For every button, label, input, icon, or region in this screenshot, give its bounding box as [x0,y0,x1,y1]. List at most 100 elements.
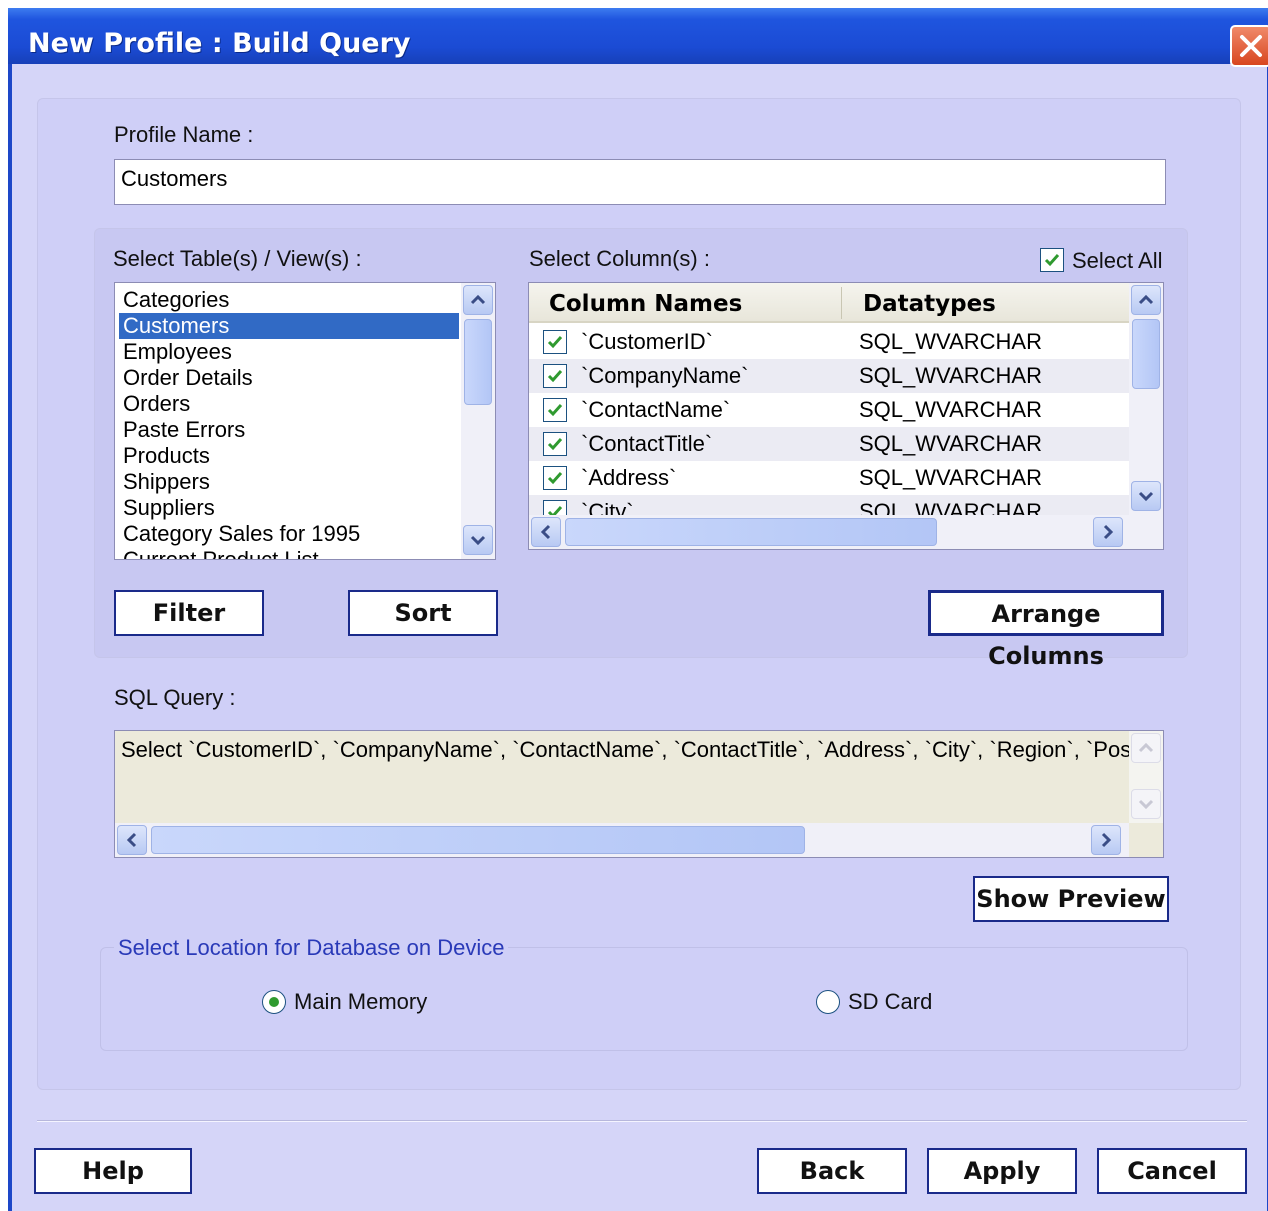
scroll-down-button[interactable] [1131,481,1161,511]
checkmark-icon [547,370,563,383]
sd-card-label[interactable]: SD Card [848,989,932,1015]
list-item[interactable]: Paste Errors [119,417,459,443]
help-button-label: Help [82,1157,144,1185]
list-item[interactable]: Suppliers [119,495,459,521]
arrange-columns-label: Arrange Columns [988,600,1104,670]
sql-horizontal-scrollbar[interactable] [115,823,1129,857]
select-all-checkbox[interactable] [1040,248,1064,272]
window-top-strip [0,0,1268,8]
list-item[interactable]: Categories [119,287,459,313]
column-name-cell: `ContactTitle` [581,431,713,456]
checkmark-icon [1044,254,1060,267]
scroll-up-button[interactable] [1131,285,1161,315]
scroll-down-button[interactable] [1131,789,1161,819]
checkmark-icon [547,336,563,349]
column-name-cell: `CustomerID` [581,329,714,354]
scroll-up-button[interactable] [463,285,493,315]
list-item[interactable]: Products [119,443,459,469]
column-name-cell: `ContactName` [581,397,731,422]
scroll-right-button[interactable] [1091,825,1121,855]
arrange-columns-button[interactable]: Arrange Columns [928,590,1164,670]
datatype-cell: SQL_WVARCHAR [859,431,1042,456]
profile-name-value: Customers [121,166,228,191]
list-item[interactable]: Order Details [119,365,459,391]
list-item[interactable]: Orders [119,391,459,417]
profile-name-input[interactable]: Customers [114,159,1166,205]
scroll-down-button[interactable] [463,525,493,555]
columns-grid[interactable]: Column Names Datatypes `CustomerID` SQL_… [528,282,1164,550]
scroll-left-button[interactable] [117,825,147,855]
sql-query-label: SQL Query : [114,685,236,710]
main-memory-label[interactable]: Main Memory [294,989,427,1015]
help-button[interactable]: Help [34,1148,192,1194]
list-item-selected[interactable]: Customers [119,313,459,339]
scroll-up-button[interactable] [1131,733,1161,763]
sql-query-textarea[interactable]: Select `CustomerID`, `CompanyName`, `Con… [114,730,1164,858]
header-divider [841,287,842,319]
apply-button[interactable]: Apply [927,1148,1077,1194]
location-group-label: Select Location for Database on Device [114,935,509,961]
window-title: New Profile : Build Query [28,28,411,59]
columns-label: Select Column(s) : [529,246,710,271]
table-row[interactable]: `CustomerID` SQL_WVARCHAR [529,325,1129,359]
scroll-left-button[interactable] [531,517,561,547]
table-row[interactable]: `Address` SQL_WVARCHAR [529,461,1129,495]
back-button-label: Back [799,1157,865,1185]
close-button[interactable] [1230,25,1268,67]
row-checkbox[interactable] [543,398,567,422]
sort-button-label: Sort [394,599,452,627]
scroll-thumb[interactable] [151,826,805,854]
chevron-down-icon [1138,491,1154,502]
datatype-cell: SQL_WVARCHAR [859,465,1042,490]
sort-button[interactable]: Sort [348,590,498,636]
checkmark-icon [547,438,563,451]
show-preview-button[interactable]: Show Preview [973,876,1169,922]
chevron-down-icon [1138,799,1154,810]
sql-vertical-scrollbar[interactable] [1129,731,1163,823]
datatype-cell: SQL_WVARCHAR [859,363,1042,388]
row-checkbox[interactable] [543,466,567,490]
show-preview-label: Show Preview [976,885,1166,913]
tables-scrollbar[interactable] [461,283,495,559]
datatype-cell: SQL_WVARCHAR [859,397,1042,422]
list-item[interactable]: Current Product List [119,547,459,559]
grid-header: Column Names Datatypes [529,283,1129,323]
profile-name-label: Profile Name : [114,122,254,147]
list-item[interactable]: Employees [119,339,459,365]
scroll-thumb[interactable] [1132,319,1160,389]
list-item[interactable]: Shippers [119,469,459,495]
column-name-cell: `CompanyName` [581,363,749,388]
table-row[interactable]: `ContactTitle` SQL_WVARCHAR [529,427,1129,461]
scroll-thumb[interactable] [565,518,937,546]
grid-horizontal-scrollbar[interactable] [529,515,1163,549]
chevron-down-icon [470,535,486,546]
cancel-button[interactable]: Cancel [1097,1148,1247,1194]
filter-button[interactable]: Filter [114,590,264,636]
sd-card-radio[interactable] [816,990,840,1014]
scroll-right-button[interactable] [1093,517,1123,547]
main-memory-radio[interactable] [262,990,286,1014]
close-icon [1240,35,1262,57]
chevron-up-icon [1138,742,1154,753]
column-names-header[interactable]: Column Names [549,291,742,317]
back-button[interactable]: Back [757,1148,907,1194]
checkmark-icon [547,472,563,485]
row-checkbox[interactable] [543,364,567,388]
row-checkbox[interactable] [543,330,567,354]
tables-listbox[interactable]: Categories Customers Employees Order Det… [114,282,496,560]
sql-query-text: Select `CustomerID`, `CompanyName`, `Con… [121,737,1164,762]
grid-vertical-scrollbar[interactable] [1129,283,1163,515]
title-bar[interactable]: New Profile : Build Query [8,8,1268,67]
table-row[interactable]: `ContactName` SQL_WVARCHAR [529,393,1129,427]
scroll-thumb[interactable] [464,319,492,405]
cancel-button-label: Cancel [1127,1157,1217,1185]
select-all-label: Select All [1072,248,1163,273]
column-name-cell: `Address` [581,465,677,490]
row-checkbox[interactable] [543,432,567,456]
table-row[interactable]: `CompanyName` SQL_WVARCHAR [529,359,1129,393]
chevron-left-icon [540,524,551,540]
apply-button-label: Apply [963,1157,1041,1185]
list-item[interactable]: Category Sales for 1995 [119,521,459,547]
footer-divider [37,1120,1247,1122]
datatypes-header[interactable]: Datatypes [863,291,996,317]
